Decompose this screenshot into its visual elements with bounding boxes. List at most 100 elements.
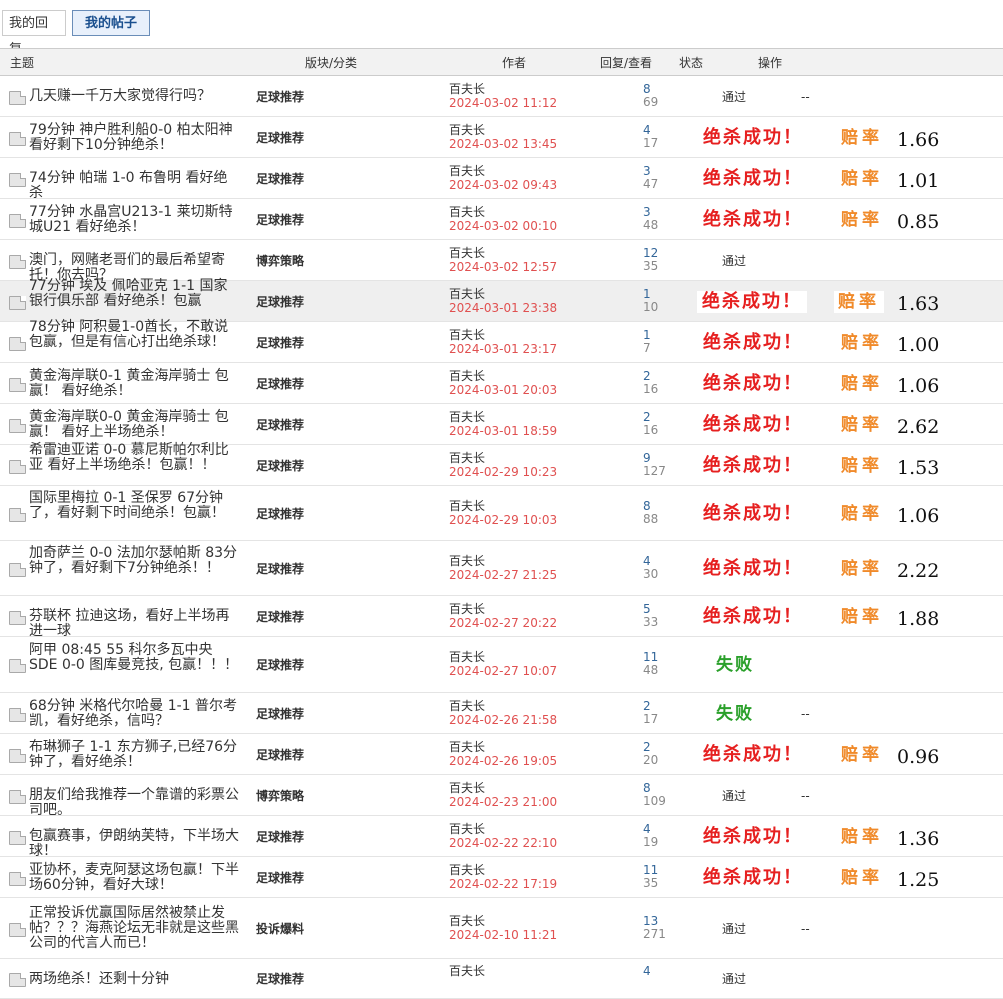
thread-title-link[interactable]: 芬联杯 拉迪这场，看好上半场再进一球: [29, 609, 239, 639]
forum-link[interactable]: 足球推荐: [256, 829, 304, 845]
result-badge-success: 绝杀成功！: [703, 606, 803, 627]
odds-label: 赔率: [841, 456, 883, 476]
author-link[interactable]: 百夫长: [449, 287, 485, 301]
forum-link[interactable]: 足球推荐: [256, 971, 304, 987]
status-text: 通过: [722, 789, 747, 803]
odds-value: 1.36: [897, 828, 940, 850]
author-link[interactable]: 百夫长: [449, 369, 485, 383]
table-row: 加奇萨兰 0-0 法加尔瑟帕斯 83分钟了，看好剩下7分钟绝杀！！ 足球推荐 百夫长…: [0, 541, 1003, 596]
thread-title-link[interactable]: 阿甲 08:45 55 科尔多瓦中央SDE 0-0 图库曼竞技, 包赢！！！: [29, 643, 239, 673]
thread-title-link[interactable]: 包赢赛事，伊朗纳芙特，下半场大球！: [29, 829, 239, 859]
forum-link[interactable]: 足球推荐: [256, 335, 304, 351]
thread-title-link[interactable]: 正常投诉优赢国际居然被禁止发帖？？？海燕论坛无非就是这些黑公司的代言人而已！: [29, 906, 239, 951]
author-link[interactable]: 百夫长: [449, 451, 485, 465]
odds-value: 1.25: [897, 869, 940, 891]
document-icon: [9, 419, 26, 433]
thread-title-link[interactable]: 77分钟 埃及 佩哈亚克 1-1 国家银行俱乐部 看好绝杀！包赢: [29, 279, 239, 309]
forum-link[interactable]: 足球推荐: [256, 212, 304, 228]
document-icon: [9, 749, 26, 763]
forum-link[interactable]: 足球推荐: [256, 171, 304, 187]
forum-link[interactable]: 足球推荐: [256, 747, 304, 763]
tab-my-posts[interactable]: 我的帖子: [72, 10, 150, 36]
thread-title-link[interactable]: 布琳狮子 1-1 东方狮子,已经76分钟了，看好绝杀！: [29, 740, 239, 770]
thread-title-link[interactable]: 国际里梅拉 0-1 圣保罗 67分钟了，看好剩下时间绝杀！包赢！: [29, 491, 239, 521]
author-link[interactable]: 百夫长: [449, 863, 485, 877]
thread-title-link[interactable]: 78分钟 阿积曼1-0酋长，不敢说包赢，但是有信心打出绝杀球！: [29, 320, 239, 350]
result-badge-failure: 失败: [716, 655, 754, 675]
forum-link[interactable]: 足球推荐: [256, 294, 304, 310]
table-row: 两场绝杀！还剩十分钟 足球推荐 百夫长 4 通过: [0, 959, 1003, 999]
odds-label: 赔率: [841, 169, 883, 189]
thread-title-link[interactable]: 几天赚一千万大家觉得行吗？: [29, 89, 239, 104]
result-badge-success: 绝杀成功！: [703, 558, 803, 579]
thread-title-link[interactable]: 68分钟 米格代尔哈曼 1-1 普尔考凯，看好绝杀，信吗？: [29, 699, 239, 729]
author-link[interactable]: 百夫长: [449, 699, 485, 713]
post-date: 2024-02-10 11:21: [449, 928, 558, 942]
tab-my-replies[interactable]: 我的回复: [2, 10, 66, 57]
document-icon: [9, 378, 26, 392]
thread-title-link[interactable]: 希雷迪亚诺 0-0 慕尼斯帕尔利比亚 看好上半场绝杀！包赢！！: [29, 443, 239, 473]
forum-link[interactable]: 足球推荐: [256, 376, 304, 392]
document-icon: [9, 214, 26, 228]
table-row: 黄金海岸联0-1 黄金海岸骑士 包赢！ 看好绝杀！ 足球推荐 百夫长 2024-03-…: [0, 363, 1003, 404]
author-link[interactable]: 百夫长: [449, 499, 485, 513]
forum-link[interactable]: 足球推荐: [256, 657, 304, 673]
author-link[interactable]: 百夫长: [449, 123, 485, 137]
forum-link[interactable]: 投诉爆料: [256, 921, 304, 937]
thread-title-link[interactable]: 两场绝杀！还剩十分钟: [29, 972, 239, 987]
forum-link[interactable]: 博弈策略: [256, 253, 304, 269]
forum-link[interactable]: 足球推荐: [256, 609, 304, 625]
forum-link[interactable]: 足球推荐: [256, 417, 304, 433]
thread-title-link[interactable]: 朋友们给我推荐一个靠谱的彩票公司吧。: [29, 788, 239, 818]
view-count: 10: [643, 300, 659, 314]
author-link[interactable]: 百夫长: [449, 602, 485, 616]
forum-link[interactable]: 足球推荐: [256, 458, 304, 474]
author-link[interactable]: 百夫长: [449, 914, 485, 928]
post-date: 2024-02-27 21:25: [449, 568, 558, 582]
author-link[interactable]: 百夫长: [449, 328, 485, 342]
forum-link[interactable]: 足球推荐: [256, 506, 304, 522]
post-date: 2024-02-27 20:22: [449, 616, 558, 630]
author-link[interactable]: 百夫长: [449, 82, 485, 96]
author-link[interactable]: 百夫长: [449, 205, 485, 219]
status-text: 通过: [722, 90, 747, 104]
author-link[interactable]: 百夫长: [449, 164, 485, 178]
thread-title-link[interactable]: 黄金海岸联0-0 黄金海岸骑士 包赢！ 看好上半场绝杀！: [29, 410, 239, 440]
author-link[interactable]: 百夫长: [449, 246, 485, 260]
table-row: 包赢赛事，伊朗纳芙特，下半场大球！ 足球推荐 百夫长 2024-02-22 22:10…: [0, 816, 1003, 859]
document-icon: [9, 460, 26, 474]
table-row: 芬联杯 拉迪这场，看好上半场再进一球 足球推荐 百夫长 2024-02-27 20:2…: [0, 596, 1003, 639]
author-link[interactable]: 百夫长: [449, 554, 485, 568]
forum-link[interactable]: 足球推荐: [256, 89, 304, 105]
forum-link[interactable]: 足球推荐: [256, 870, 304, 886]
view-count: 30: [643, 567, 659, 581]
author-link[interactable]: 百夫长: [449, 781, 485, 795]
view-count: 16: [643, 382, 659, 396]
document-icon: [9, 923, 26, 937]
table-row: 黄金海岸联0-0 黄金海岸骑士 包赢！ 看好上半场绝杀！ 足球推荐 百夫长 2024-…: [0, 404, 1003, 445]
forum-link[interactable]: 足球推荐: [256, 130, 304, 146]
post-date: 2024-02-29 10:03: [449, 513, 558, 527]
thread-title-link[interactable]: 加奇萨兰 0-0 法加尔瑟帕斯 83分钟了，看好剩下7分钟绝杀！！: [29, 546, 239, 576]
thread-title-link[interactable]: 亚协杯，麦克阿瑟这场包赢！下半场60分钟，看好大球！: [29, 863, 239, 893]
result-badge-success: 绝杀成功！: [703, 332, 803, 353]
thread-title-link[interactable]: 74分钟 帕瑞 1-0 布鲁明 看好绝杀: [29, 171, 239, 201]
view-count: 47: [643, 177, 659, 191]
result-badge-success: 绝杀成功！: [703, 414, 803, 435]
odds-value: 1.66: [897, 129, 940, 151]
author-link[interactable]: 百夫长: [449, 740, 485, 754]
author-link[interactable]: 百夫长: [449, 650, 485, 664]
thread-title-link[interactable]: 黄金海岸联0-1 黄金海岸骑士 包赢！ 看好绝杀！: [29, 369, 239, 399]
forum-link[interactable]: 足球推荐: [256, 706, 304, 722]
thread-title-link[interactable]: 77分钟 水晶宫U213-1 莱切斯特城U21 看好绝杀！: [29, 205, 239, 235]
view-count: 69: [643, 95, 659, 109]
reply-count: 4: [643, 964, 651, 978]
table-row: 国际里梅拉 0-1 圣保罗 67分钟了，看好剩下时间绝杀！包赢！ 足球推荐 百夫长 2…: [0, 486, 1003, 541]
author-link[interactable]: 百夫长: [449, 410, 485, 424]
odds-label: 赔率: [841, 415, 883, 435]
author-link[interactable]: 百夫长: [449, 822, 485, 836]
forum-link[interactable]: 博弈策略: [256, 788, 304, 804]
thread-title-link[interactable]: 79分钟 神户胜利船0-0 柏太阳神 看好剩下10分钟绝杀！: [29, 123, 239, 153]
forum-link[interactable]: 足球推荐: [256, 561, 304, 577]
post-date: 2024-02-22 22:10: [449, 836, 558, 850]
